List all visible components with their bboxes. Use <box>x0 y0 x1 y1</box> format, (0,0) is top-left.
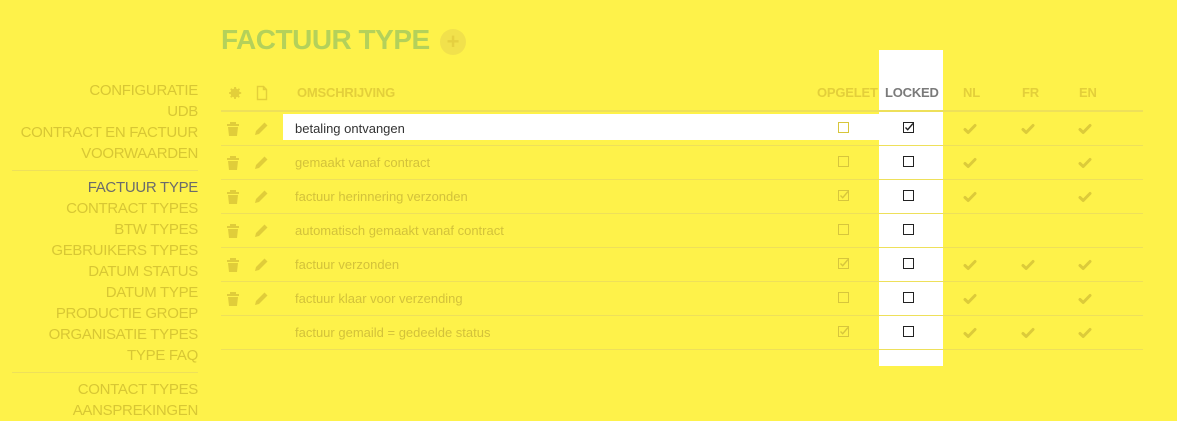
factuur-type-table: OMSCHRIJVING OPGELET LOCKED NL FR EN bet… <box>221 76 1143 350</box>
sidebar-group-types: FACTUUR TYPE CONTRACT TYPES BTW TYPES GEBRU… <box>12 177 199 366</box>
fr-check-icon <box>1020 121 1036 137</box>
en-check-icon <box>1077 189 1093 205</box>
trash-icon[interactable] <box>225 223 241 239</box>
table-row[interactable]: gemaakt vanaf contract <box>221 146 1143 180</box>
sidebar-item-contract-en-factuur[interactable]: CONTRACT EN FACTUUR <box>12 122 199 143</box>
trash-icon[interactable] <box>225 155 241 171</box>
sidebar-item-datum-status[interactable]: DATUM STATUS <box>12 261 198 282</box>
opgelet-checkbox[interactable] <box>838 190 849 201</box>
en-check-icon <box>1077 155 1093 171</box>
opgelet-checkbox[interactable] <box>838 122 849 133</box>
nl-check-icon <box>962 291 978 307</box>
add-button[interactable]: + <box>440 29 466 55</box>
opgelet-checkbox[interactable] <box>838 258 849 269</box>
opgelet-checkbox[interactable] <box>838 156 849 167</box>
opgelet-checkbox[interactable] <box>838 224 849 235</box>
sidebar-item-organisatie-types[interactable]: ORGANISATIE TYPES <box>12 324 199 345</box>
locked-checkbox[interactable] <box>903 156 914 167</box>
locked-checkbox[interactable] <box>903 326 914 337</box>
locked-checkbox[interactable] <box>903 224 914 235</box>
row-description: factuur herinnering verzonden <box>295 189 468 204</box>
document-icon <box>254 85 270 101</box>
edit-pencil-icon[interactable] <box>253 291 269 307</box>
sidebar-item-voorwaarden[interactable]: VOORWAARDEN <box>12 143 198 164</box>
row-description: automatisch gemaakt vanaf contract <box>295 223 504 238</box>
locked-checkbox[interactable] <box>903 190 914 201</box>
edit-pencil-icon[interactable] <box>253 189 269 205</box>
sidebar-item-aansprekingen[interactable]: AANSPREKINGEN <box>12 400 199 421</box>
edit-pencil-icon[interactable] <box>253 257 269 273</box>
gear-icon <box>227 85 243 101</box>
row-description: factuur gemaild = gedeelde status <box>295 325 491 340</box>
table-row[interactable]: factuur herinnering verzonden <box>221 180 1143 214</box>
header-omschrijving[interactable]: OMSCHRIJVING <box>297 85 395 100</box>
locked-checkbox[interactable] <box>903 258 914 269</box>
nl-check-icon <box>962 189 978 205</box>
sidebar-item-contract-types[interactable]: CONTRACT TYPES <box>12 198 198 219</box>
trash-icon[interactable] <box>225 257 241 273</box>
edit-pencil-icon[interactable] <box>253 121 269 137</box>
row-description: factuur klaar voor verzending <box>295 291 463 306</box>
trash-icon[interactable] <box>225 121 241 137</box>
sidebar-item-factuur-type[interactable]: FACTUUR TYPE <box>12 177 199 198</box>
row-description: betaling ontvangen <box>295 121 405 136</box>
table-header: OMSCHRIJVING OPGELET LOCKED NL FR EN <box>221 76 1143 112</box>
page-title: FACTUUR TYPE <box>221 24 430 55</box>
table-body: betaling ontvangen gemaakt vanaf contract… <box>221 112 1143 350</box>
sidebar-group-config: CONFIGURATIE UDB CONTRACT EN FACTUUR VOORWA… <box>12 80 199 164</box>
edit-pencil-icon[interactable] <box>253 155 269 171</box>
nl-check-icon <box>962 121 978 137</box>
opgelet-checkbox[interactable] <box>838 326 849 337</box>
sidebar-item-type-faq[interactable]: TYPE FAQ <box>12 345 198 366</box>
sidebar-divider <box>12 372 198 373</box>
nl-check-icon <box>962 155 978 171</box>
nl-check-icon <box>962 257 978 273</box>
sidebar-group-contacts: CONTACT TYPES AANSPREKINGEN <box>12 379 199 421</box>
locked-checkbox[interactable] <box>903 122 914 133</box>
locked-checkbox[interactable] <box>903 292 914 303</box>
header-fr[interactable]: FR <box>1022 85 1039 100</box>
en-check-icon <box>1077 325 1093 341</box>
en-check-icon <box>1077 121 1093 137</box>
fr-check-icon <box>1020 325 1036 341</box>
table-row[interactable]: factuur gemaild = gedeelde status <box>221 316 1143 350</box>
sidebar-item-configuratie[interactable]: CONFIGURATIE <box>12 80 198 101</box>
sidebar-item-btw-types[interactable]: BTW TYPES <box>12 219 198 240</box>
row-description: factuur verzonden <box>295 257 400 272</box>
sidebar-item-productie-groep[interactable]: PRODUCTIE GROEP <box>12 303 198 324</box>
header-locked[interactable]: LOCKED <box>885 85 939 100</box>
header-en[interactable]: EN <box>1079 85 1097 100</box>
nl-check-icon <box>962 325 978 341</box>
sidebar-divider <box>12 170 198 171</box>
trash-icon[interactable] <box>225 291 241 307</box>
table-row[interactable]: factuur verzonden <box>221 248 1143 282</box>
trash-icon[interactable] <box>225 189 241 205</box>
header-opgelet[interactable]: OPGELET <box>817 85 878 100</box>
sidebar-item-udb[interactable]: UDB <box>12 101 198 122</box>
sidebar-item-datum-type[interactable]: DATUM TYPE <box>12 282 199 303</box>
table-row[interactable]: betaling ontvangen <box>221 112 1143 146</box>
table-row[interactable]: factuur klaar voor verzending <box>221 282 1143 316</box>
row-description: gemaakt vanaf contract <box>295 155 431 170</box>
opgelet-checkbox[interactable] <box>838 292 849 303</box>
en-check-icon <box>1077 291 1093 307</box>
table-row[interactable]: automatisch gemaakt vanaf contract <box>221 214 1143 248</box>
sidebar-item-gebruikers-types[interactable]: GEBRUIKERS TYPES <box>12 240 198 261</box>
fr-check-icon <box>1020 257 1036 273</box>
edit-pencil-icon[interactable] <box>253 223 269 239</box>
en-check-icon <box>1077 257 1093 273</box>
header-nl[interactable]: NL <box>963 85 980 100</box>
sidebar-item-contact-types[interactable]: CONTACT TYPES <box>12 379 199 400</box>
